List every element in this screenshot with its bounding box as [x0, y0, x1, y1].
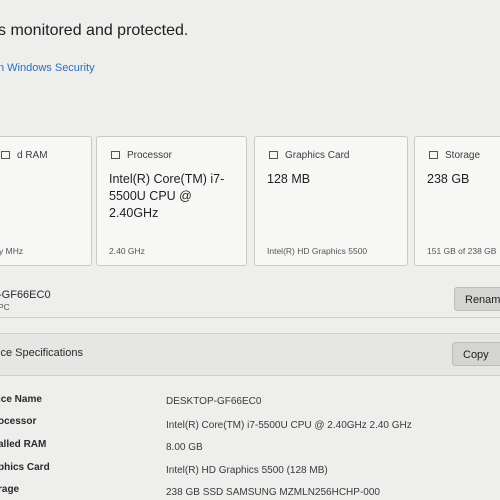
device-type: PC	[0, 302, 10, 312]
copy-button[interactable]: Copy	[452, 342, 500, 366]
storage-icon	[429, 151, 438, 159]
processor-icon	[111, 151, 120, 159]
spec-label-processor: ocessor	[0, 416, 37, 427]
processor-card-subtext: 2.40 GHz	[109, 246, 145, 256]
device-name: -GF66EC0	[0, 289, 51, 301]
storage-card[interactable]: Storage 238 GB 151 GB of 238 GB	[414, 136, 500, 266]
processor-card[interactable]: Processor Intel(R) Core(TM) i7-5500U CPU…	[96, 136, 247, 266]
ram-icon	[1, 151, 10, 159]
spec-value-storage: 238 GB SSD SAMSUNG MZMLN256HCHP-000	[166, 487, 380, 498]
storage-card-title: Storage	[445, 150, 481, 161]
spec-label-installed-ram: alled RAM	[0, 439, 47, 450]
device-name-row	[0, 272, 500, 318]
page-status-heading: s monitored and protected.	[0, 22, 189, 39]
spec-value-graphics-card: Intel(R) HD Graphics 5500 (128 MB)	[166, 465, 328, 476]
ram-card-title: d RAM	[17, 150, 48, 161]
storage-card-value: 238 GB	[427, 172, 470, 186]
spec-label-storage: rage	[0, 484, 20, 495]
device-specifications-title: ice Specifications	[0, 347, 83, 359]
spec-value-installed-ram: 8.00 GB	[166, 442, 203, 453]
storage-card-subtext: 151 GB of 238 GB	[427, 246, 497, 256]
graphics-card-card[interactable]: Graphics Card 128 MB Intel(R) HD Graphic…	[254, 136, 408, 266]
processor-card-title: Processor	[127, 150, 173, 161]
graphics-card-title: Graphics Card	[285, 150, 350, 161]
windows-security-link[interactable]: n Windows Security	[0, 62, 95, 74]
spec-value-processor: Intel(R) Core(TM) i7-5500U CPU @ 2.40GHz…	[166, 420, 412, 431]
graphics-card-icon	[269, 151, 278, 159]
ram-card[interactable]: d RAM y MHz	[0, 136, 92, 266]
graphics-card-subtext: Intel(R) HD Graphics 5500	[267, 246, 368, 256]
spec-label-device-name: ice Name	[0, 394, 42, 405]
graphics-card-value: 128 MB	[267, 172, 311, 186]
ram-card-subtext: y MHz	[0, 246, 24, 256]
spec-label-graphics-card: phics Card	[0, 462, 50, 473]
spec-value-device-name: DESKTOP-GF66EC0	[166, 396, 262, 407]
rename-pc-button[interactable]: Renam	[454, 287, 500, 311]
processor-card-value: Intel(R) Core(TM) i7-5500U CPU @ 2.40GHz	[109, 172, 225, 220]
